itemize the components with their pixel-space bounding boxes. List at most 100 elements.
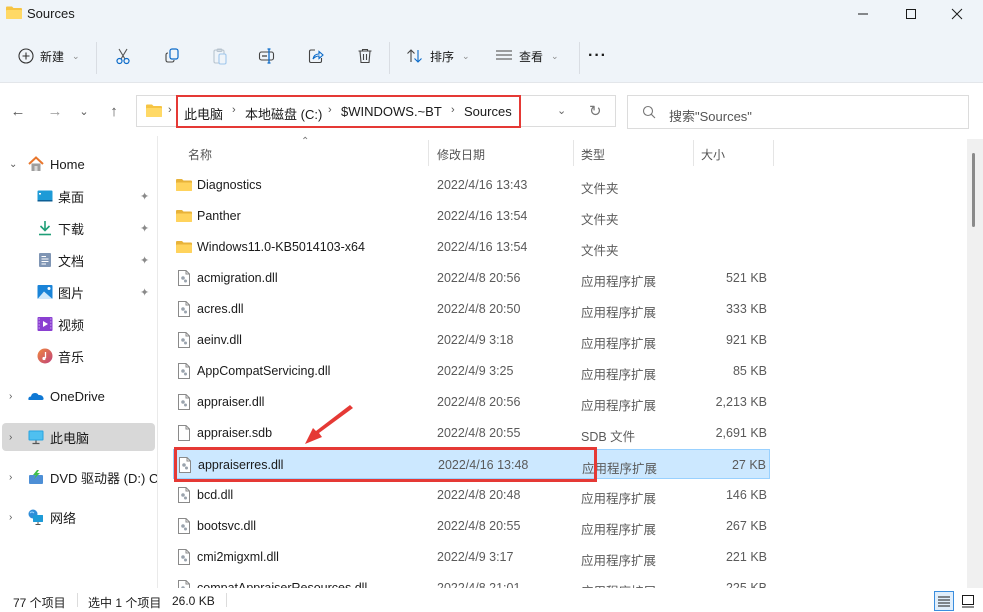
delete-button[interactable] [356,42,374,70]
dll-file-icon [178,270,190,286]
new-button[interactable]: 新建 ⌄ [18,42,80,70]
search-box[interactable]: 搜索"Sources" [627,95,969,129]
more-options-button[interactable]: ··· [588,42,607,70]
column-header-size[interactable]: 大小 [701,142,725,166]
file-size: 225 KB [725,581,767,588]
minimize-button[interactable] [840,0,886,28]
sidebar-item-network[interactable]: › 网络 [0,503,158,531]
cut-button[interactable] [114,42,132,70]
pin-icon: ✦ [140,190,150,203]
chevron-right-icon[interactable]: › [9,432,12,443]
file-name: acres.dll [197,302,244,316]
copy-button[interactable] [163,42,181,70]
paste-button[interactable] [211,42,229,70]
file-row[interactable]: bcd.dll 2022/4/8 20:48 应用程序扩展 146 KB [173,480,770,510]
sidebar-item-music[interactable]: 音乐 [0,342,158,370]
sidebar-item-dvd-drive[interactable]: › DVD 驱动器 (D:) CC [0,463,158,491]
breadcrumb-windows-bt[interactable]: $WINDOWS.~BT [341,104,442,119]
refresh-button[interactable]: ↻ [589,102,602,120]
column-divider[interactable] [773,140,774,166]
file-row[interactable]: Diagnostics 2022/4/16 13:43 文件夹 [173,170,770,200]
file-row[interactable]: appraiser.sdb 2022/4/8 20:55 SDB 文件 2,691 K… [173,418,770,448]
file-type: 应用程序扩展 [581,523,657,537]
chevron-right-icon[interactable]: › [9,472,12,483]
recent-locations-button[interactable]: ⌄ [74,101,94,121]
file-row[interactable]: AppCompatServicing.dll 2022/4/9 3:25 应用程序扩… [173,356,770,386]
pin-icon: ✦ [140,286,150,299]
file-row[interactable]: acmigration.dll 2022/4/8 20:56 应用程序扩展 521 K… [173,263,770,293]
pin-icon: ✦ [140,254,150,267]
chevron-down-icon: ⌄ [551,50,559,61]
sidebar-item-videos[interactable]: 视频 [0,310,158,338]
sidebar-item-documents[interactable]: 文档 ✦ [0,246,158,274]
file-type: 应用程序扩展 [581,581,656,588]
close-button[interactable] [934,0,980,28]
file-row[interactable]: bootsvc.dll 2022/4/8 20:55 应用程序扩展 267 KB [173,511,770,541]
share-icon [308,49,324,64]
selection-size: 26.0 KB [172,594,215,608]
pictures-icon [37,285,53,299]
file-date: 2022/4/16 13:54 [437,209,528,223]
address-history-dropdown[interactable]: ⌄ [557,104,566,117]
maximize-button[interactable] [888,0,934,28]
file-name: appraiser.sdb [197,426,273,440]
desktop-icon [37,190,53,202]
file-date: 2022/4/16 13:54 [437,240,528,254]
file-name: Diagnostics [197,178,262,192]
sidebar-item-pictures[interactable]: 图片 ✦ [0,278,158,306]
up-button[interactable]: ↑ [104,101,124,121]
file-row[interactable]: Panther 2022/4/16 13:54 文件夹 [173,201,770,231]
sidebar-item-label: Home [50,156,85,172]
toolbar-divider [389,42,390,74]
file-size: 85 KB [732,364,767,378]
scrollbar-thumb[interactable] [972,153,975,227]
breadcrumb-this-pc[interactable]: 此电脑 [184,104,223,123]
file-row[interactable]: cmi2migxml.dll 2022/4/9 3:17 应用程序扩展 221 KB [173,542,770,572]
large-icons-view-button[interactable] [958,591,978,611]
column-header-type[interactable]: 类型 [581,142,605,166]
sidebar-item-downloads[interactable]: 下载 ✦ [0,214,158,242]
file-date: 2022/4/8 21:01 [437,581,521,588]
column-header-name[interactable]: 名称 [188,142,212,166]
sidebar-item-label: OneDrive [50,388,105,404]
file-row[interactable]: aeinv.dll 2022/4/9 3:18 应用程序扩展 921 KB [173,325,770,355]
chevron-down-icon[interactable]: ⌄ [9,159,17,170]
chevron-right-icon[interactable]: › [9,391,12,402]
breadcrumb-sources[interactable]: Sources [464,104,512,119]
file-row[interactable]: acres.dll 2022/4/8 20:50 应用程序扩展 333 KB [173,294,770,324]
address-bar[interactable]: › 此电脑 › 本地磁盘 (C:) › $WINDOWS.~BT › Sourc… [136,95,616,127]
breadcrumb-local-disk-c[interactable]: 本地磁盘 (C:) [245,104,322,123]
file-name: cmi2migxml.dll [197,550,279,564]
details-view-button[interactable] [934,591,954,611]
column-header-date[interactable]: 修改日期 [437,142,485,166]
file-row[interactable]: appraiser.dll 2022/4/8 20:56 应用程序扩展 2,213 K… [173,387,770,417]
file-name: Panther [197,209,241,223]
file-type: 应用程序扩展 [581,492,657,506]
chevron-right-icon[interactable]: › [9,512,12,523]
column-divider[interactable] [428,140,429,166]
sidebar-item-onedrive[interactable]: › OneDrive [0,382,158,410]
status-divider [77,593,78,607]
sidebar-item-label: 图片 [58,285,85,301]
vertical-scrollbar[interactable] [967,139,983,588]
file-row[interactable]: compatAppraiserResources.dll 2022/4/8 21:… [173,573,770,588]
view-button[interactable]: 查看 ⌄ [495,42,559,70]
forward-button[interactable]: → [45,101,65,121]
column-divider[interactable] [573,140,574,166]
file-size: 221 KB [725,550,767,564]
sidebar-item-home[interactable]: ⌄ Home [0,150,158,178]
file-row-selected[interactable]: appraiserres.dll 2022/4/16 13:48 应用程序扩展 27 … [173,449,770,479]
back-button[interactable]: ← [8,101,28,121]
file-row[interactable]: Windows11.0-KB5014103-x64 2022/4/16 13:54… [173,232,770,262]
column-divider[interactable] [693,140,694,166]
rename-button[interactable] [258,42,276,70]
sidebar-item-this-pc[interactable]: › 此电脑 [2,423,155,451]
download-icon [39,221,51,236]
address-row: ← → ⌄ ↑ › 此电脑 › 本地磁盘 (C:) › $WINDOWS.~BT… [0,82,983,136]
annotation-arrow-icon [305,405,353,444]
new-label: 新建 [40,49,65,64]
share-button[interactable] [307,42,325,70]
status-bar: 77 个项目 选中 1 个项目 26.0 KB [0,588,983,612]
sort-button[interactable]: 排序 ⌄ [406,42,470,70]
sidebar-item-desktop[interactable]: 桌面 ✦ [0,182,158,210]
